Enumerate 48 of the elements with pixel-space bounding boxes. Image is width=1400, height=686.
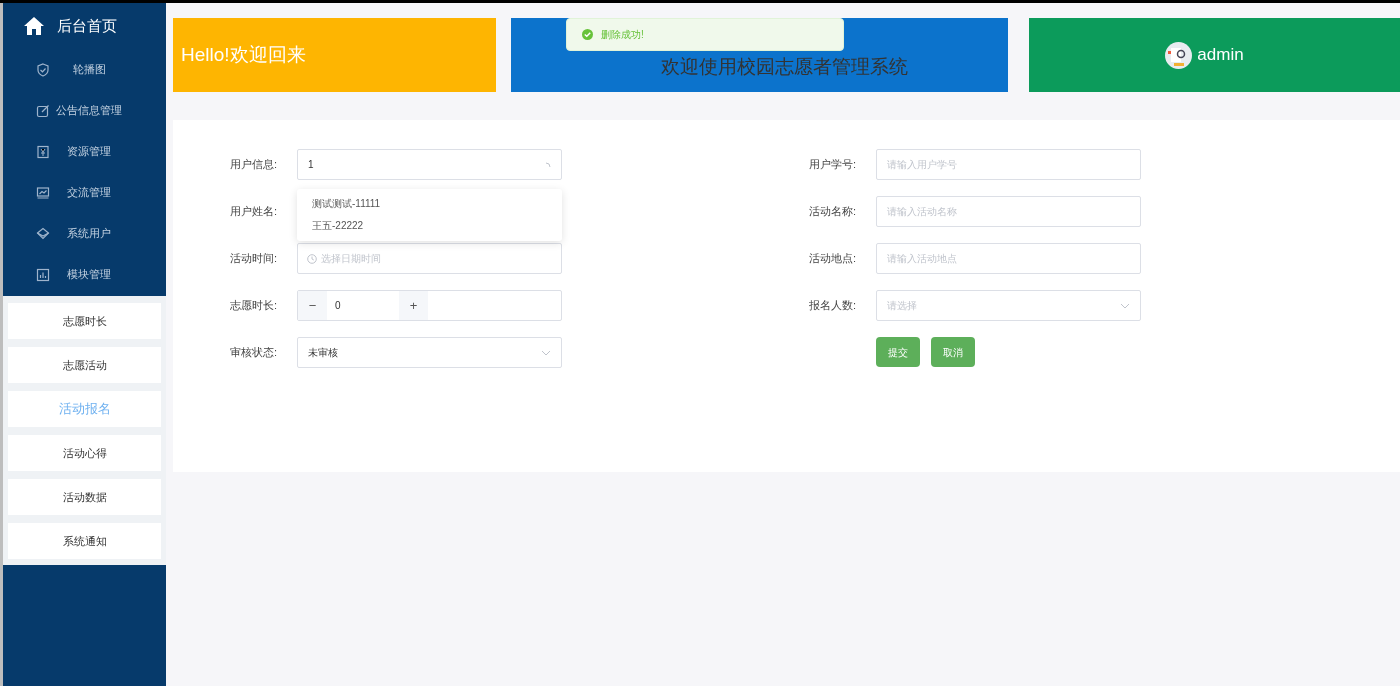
greeting-text: Hello!欢迎回来 — [181, 42, 306, 67]
field-label: 活动时间: — [230, 251, 279, 267]
home-icon — [23, 16, 45, 36]
field-label: 用户学号: — [809, 157, 858, 173]
menu-item[interactable]: 交流管理 — [50, 184, 166, 201]
shield-icon — [36, 62, 50, 77]
loading-icon — [545, 161, 551, 168]
edit-icon — [36, 103, 50, 118]
menu-item[interactable]: 资源管理 — [50, 143, 166, 160]
menu-item[interactable]: 公告信息管理 — [50, 102, 166, 119]
field-label: 用户姓名: — [230, 204, 279, 220]
suggestion-item[interactable]: 王五-22222 — [312, 216, 562, 235]
field-value: 0 — [334, 299, 342, 313]
field-value: 1 — [308, 158, 314, 172]
number-field[interactable]: − 0 + — [297, 290, 562, 321]
menu-item[interactable]: 系统用户 — [50, 225, 166, 242]
submenu-item[interactable]: 活动数据 — [8, 479, 161, 515]
field-label: 审核状态: — [230, 345, 279, 361]
username[interactable]: admin — [1197, 42, 1244, 68]
submenu-item[interactable]: 活动心得 — [8, 435, 161, 471]
diamond-icon — [36, 226, 50, 241]
submenu-item[interactable]: 志愿时长 — [8, 303, 161, 339]
bar-chart-icon — [36, 267, 50, 282]
chevron-down-icon — [541, 349, 551, 356]
field-label: 活动地点: — [809, 251, 858, 267]
field-value: 未审核 — [308, 346, 338, 360]
field-label: 用户信息: — [230, 157, 279, 173]
suggestion-item[interactable]: 测试测试-11111 — [312, 194, 562, 213]
select-field[interactable]: 未审核 — [297, 337, 562, 368]
toast-message: 删除成功! — [601, 28, 644, 42]
sidebar-title[interactable]: 后台首页 — [57, 14, 117, 38]
check-circle-icon — [582, 29, 593, 40]
field-label: 活动名称: — [809, 204, 858, 220]
document-icon — [36, 144, 50, 159]
menu-item[interactable]: 模块管理 — [50, 266, 166, 283]
chevron-down-icon — [1120, 302, 1130, 309]
chart-icon — [36, 185, 50, 200]
submenu-item[interactable]: 志愿活动 — [8, 347, 161, 383]
system-title: 欢迎使用校园志愿者管理系统 — [661, 54, 908, 79]
menu-item[interactable]: 轮播图 — [50, 61, 166, 78]
autocomplete-field[interactable]: 1 — [297, 149, 562, 180]
minus-button[interactable]: − — [298, 291, 327, 320]
plus-button[interactable]: + — [399, 291, 428, 320]
field-label: 志愿时长: — [230, 298, 279, 314]
avatar-icon — [1165, 41, 1193, 69]
field-label: 报名人数: — [809, 298, 858, 314]
submenu-item[interactable]: 系统通知 — [8, 523, 161, 559]
clock-icon — [307, 253, 317, 264]
